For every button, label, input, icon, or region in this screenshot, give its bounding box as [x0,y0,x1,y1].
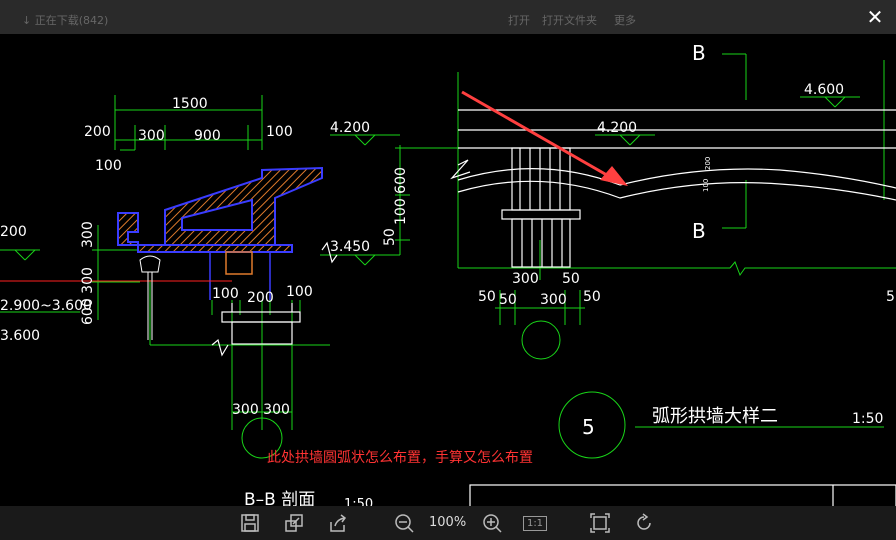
ghost-more: 更多 [614,14,636,27]
close-icon: ✕ [866,5,884,29]
zoom-in-button[interactable] [480,511,504,535]
hatched-eave-section [0,166,323,340]
zoom-in-icon [483,514,502,533]
elev-4600: 4.600 [804,82,844,98]
download-label: 正在下载(842) [34,14,109,27]
dim-100-right: 100 [266,124,293,140]
section-scale: 1:50 [344,497,373,506]
right-dim-300-b: 300 [540,292,567,308]
share-icon [330,514,347,532]
share-button[interactable] [326,511,350,535]
actual-size-label: 1:1 [522,515,548,531]
right-dim-5: 5 [886,289,895,305]
ghost-open: 打开 [508,14,530,27]
zoom-out-button[interactable] [392,511,416,535]
elev-4200-left: 4.200 [330,120,370,136]
right-dim-50-a: 50 [499,292,517,308]
red-pointer-arrow [461,90,628,186]
rotate-icon [637,513,651,530]
right-dim-50-left: 50 [478,289,496,305]
save-icon [241,514,259,532]
save-button[interactable] [238,511,262,535]
detail-scale: 1:50 [852,411,883,427]
elev-4200-right: 4.200 [597,120,637,136]
viewer-title-bar: ↓ 正在下载(842) 打开 打开文件夹 更多 ✕ [0,0,896,34]
section-mark-b-bottom: B [692,219,706,243]
close-button[interactable]: ✕ [854,0,896,34]
right-dim-50-b: 50 [583,289,601,305]
elev-3600: 3.600 [0,328,40,344]
open-external-button[interactable] [282,511,306,535]
section-mark-b-top: B [692,41,706,65]
cad-drawing: 1500 200 300 900 100 100 4.200 3.450 100… [0,41,896,506]
zoom-out-icon [395,514,414,533]
detail-number: 5 [582,415,595,439]
elev-range: 2.900~3.600 [0,298,92,314]
actual-size-button[interactable]: 1:1 [522,511,548,535]
fit-window-button[interactable] [588,511,612,535]
annotation-question: 此处拱墙圆弧状怎么布置，手算又怎么布置 [267,450,533,466]
bottom-100b: 100 [286,284,313,300]
zoom-level: 100% [429,515,467,530]
right-dim-50: 50 [562,271,580,287]
dim-600-300: 600 300 [80,267,96,325]
elev-200-left: 200 [0,224,27,240]
dim-1500: 1500 [172,96,208,112]
cad-labels: 1500 200 300 900 100 100 4.200 3.450 100… [0,41,895,506]
dim-100-600: 100 600 [393,167,409,225]
bottom-100a: 100 [212,286,239,302]
dim-100-left: 100 [95,158,122,174]
dim-200: 200 [84,124,111,140]
bottom-200: 200 [247,290,274,306]
rotate-button[interactable] [632,511,656,535]
detail-title: 弧形拱墙大样二 [652,406,778,427]
right-dim-300: 300 [512,271,539,287]
ghost-open-folder: 打开文件夹 [542,14,597,27]
dim-900: 900 [194,128,221,144]
dim-50-vert: 50 [382,228,398,246]
dim-300: 300 [138,128,165,144]
fit-window-icon [590,513,610,533]
elev-3450: 3.450 [330,239,370,255]
base-300-300: 300 300 [232,402,290,418]
small-100: 100 [702,179,710,192]
viewer-toolbar: 100% 1:1 [0,506,896,540]
download-status: ↓ 正在下载(842) [22,14,109,27]
small-200: 200 [704,157,712,170]
section-title: B–B 剖面 [244,490,315,506]
green-dimension-lines [0,53,896,459]
dim-300-vert: 300 [80,221,96,248]
open-external-icon [285,514,303,532]
